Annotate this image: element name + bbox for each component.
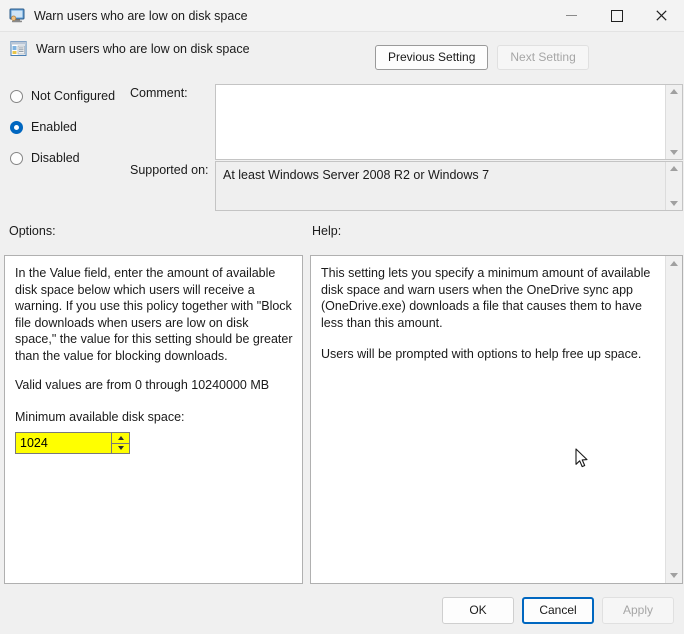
window-title: Warn users who are low on disk space [34,8,248,23]
supported-on-field: At least Windows Server 2008 R2 or Windo… [215,161,683,211]
options-label: Options: [9,224,56,238]
radio-mark-icon [10,151,23,165]
navigation-buttons: Previous Setting Next Setting [375,45,589,70]
title-bar: Warn users who are low on disk space [0,0,684,32]
radio-mark-selected-icon [10,120,23,134]
radio-disabled[interactable]: Disabled [10,146,125,170]
maximize-icon[interactable] [594,0,639,31]
minimum-disk-space-stepper[interactable]: 1024 [15,432,130,454]
previous-setting-button[interactable]: Previous Setting [375,45,489,70]
help-paragraph-2: Users will be prompted with options to h… [321,347,642,361]
comment-field[interactable] [215,84,683,160]
stepper-down-icon[interactable] [112,443,129,453]
help-label: Help: [312,224,342,238]
scroll-down-icon[interactable] [670,573,678,578]
radio-mark-icon [10,89,23,103]
comment-scrollbar[interactable] [665,85,682,159]
supported-on-label: Supported on: [130,163,209,177]
scroll-up-icon[interactable] [670,89,678,94]
radio-label: Disabled [31,151,80,165]
options-content: In the Value field, enter the amount of … [5,256,302,583]
options-description: In the Value field, enter the amount of … [15,266,293,363]
dialog-buttons: OK Cancel Apply [442,597,674,624]
scroll-down-icon[interactable] [670,150,678,155]
setting-title: Warn users who are low on disk space [36,41,250,56]
help-scrollbar[interactable] [665,256,682,583]
comment-text[interactable] [216,85,665,159]
help-paragraph-1: This setting lets you specify a minimum … [321,266,651,330]
radio-label: Not Configured [31,89,116,103]
radio-label: Enabled [31,120,77,134]
stepper-buttons[interactable] [111,433,129,453]
ok-button[interactable]: OK [442,597,514,624]
scroll-down-icon[interactable] [670,201,678,206]
minimum-disk-space-input[interactable]: 1024 [16,433,111,453]
window-controls [549,0,684,31]
scroll-up-icon[interactable] [670,261,678,266]
policy-monitor-icon [9,7,26,24]
options-panel: In the Value field, enter the amount of … [4,255,303,584]
next-setting-button: Next Setting [497,45,589,70]
help-content: This setting lets you specify a minimum … [311,256,665,583]
policy-state-radio-group: Not Configured Enabled Disabled [10,84,125,177]
radio-enabled[interactable]: Enabled [10,115,125,139]
radio-not-configured[interactable]: Not Configured [10,84,125,108]
apply-button: Apply [602,597,674,624]
cancel-button[interactable]: Cancel [522,597,594,624]
supported-on-text: At least Windows Server 2008 R2 or Windo… [216,162,665,210]
stepper-up-icon[interactable] [112,433,129,444]
minimize-icon[interactable] [549,0,594,31]
comment-label: Comment: [130,86,188,100]
close-icon[interactable] [639,0,684,31]
help-panel: This setting lets you specify a minimum … [310,255,683,584]
minimum-disk-space-label: Minimum available disk space: [15,409,185,424]
options-valid-values: Valid values are from 0 through 10240000… [15,378,270,392]
supported-on-scrollbar[interactable] [665,162,682,210]
setting-header: Warn users who are low on disk space [10,40,250,57]
policy-setting-icon [10,40,27,57]
scroll-up-icon[interactable] [670,166,678,171]
